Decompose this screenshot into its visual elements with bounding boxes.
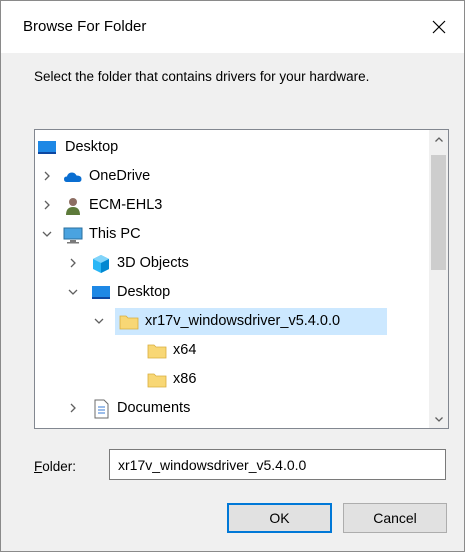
chevron-right-icon[interactable] [41, 199, 53, 211]
chevron-down-icon[interactable] [93, 315, 105, 327]
folder-icon [119, 315, 139, 330]
tree-item-label: ECM-EHL3 [89, 197, 163, 213]
tree-item-label: 3D Objects [117, 255, 189, 271]
tree-item-xr17v-folder[interactable]: xr17v_windowsdriver_v5.4.0.0 [35, 308, 425, 335]
folder-label-rest: older: [42, 459, 77, 474]
folder-tree[interactable]: Desktop OneDrive ECM-EHL3 This PC 3D Obj… [34, 129, 449, 429]
tree-item-x86[interactable]: x86 [35, 366, 425, 393]
chevron-right-icon[interactable] [41, 170, 53, 182]
folder-icon [147, 373, 167, 388]
tree-item-label: Desktop [117, 284, 171, 300]
vertical-scrollbar[interactable] [429, 130, 448, 428]
chevron-down-icon [434, 416, 443, 422]
window-title: Browse For Folder [23, 18, 147, 35]
folder-icon [147, 344, 167, 359]
folder-path-input[interactable] [109, 449, 446, 480]
tree-item-label: This PC [89, 226, 141, 242]
tree-item-label: x86 [173, 371, 197, 387]
tree-item-user[interactable]: ECM-EHL3 [35, 192, 425, 219]
folder-field-label: Folder: [34, 459, 76, 474]
instruction-text: Select the folder that contains drivers … [34, 69, 370, 84]
tree-item-desktop[interactable]: Desktop [35, 279, 425, 306]
onedrive-cloud-icon [64, 172, 82, 182]
tree-item-desktop-root[interactable]: Desktop [35, 134, 425, 161]
chevron-right-icon[interactable] [67, 257, 79, 269]
chevron-right-icon[interactable] [67, 402, 79, 414]
scroll-up-button[interactable] [429, 130, 448, 149]
tree-item-label: Documents [117, 400, 191, 416]
close-icon [432, 20, 446, 34]
tree-item-label: Desktop [65, 139, 119, 155]
cancel-button[interactable]: Cancel [343, 503, 447, 533]
desktop-icon [92, 286, 110, 299]
folder-label-accelerator: F [34, 459, 43, 474]
tree-item-label: x64 [173, 342, 197, 358]
ok-button[interactable]: OK [227, 503, 332, 533]
close-button[interactable] [414, 1, 464, 53]
tree-item-x64[interactable]: x64 [35, 337, 425, 364]
tree-item-3d-objects[interactable]: 3D Objects [35, 250, 425, 277]
chevron-down-icon[interactable] [41, 228, 53, 240]
user-icon [66, 198, 80, 215]
chevron-down-icon[interactable] [67, 286, 79, 298]
scroll-thumb[interactable] [431, 155, 446, 270]
tree-item-onedrive[interactable]: OneDrive [35, 163, 425, 190]
title-bar: Browse For Folder [1, 1, 464, 53]
desktop-icon [38, 141, 56, 154]
computer-icon [63, 227, 83, 244]
tree-item-label: OneDrive [89, 168, 151, 184]
chevron-up-icon [434, 136, 443, 142]
tree-item-this-pc[interactable]: This PC [35, 221, 425, 248]
3d-objects-icon [93, 255, 109, 273]
tree-item-label: xr17v_windowsdriver_v5.4.0.0 [145, 313, 341, 329]
tree-item-documents[interactable]: Documents [35, 395, 425, 422]
scroll-down-button[interactable] [429, 409, 448, 428]
documents-icon [94, 399, 109, 419]
browse-for-folder-dialog: Browse For Folder Select the folder that… [0, 0, 465, 552]
